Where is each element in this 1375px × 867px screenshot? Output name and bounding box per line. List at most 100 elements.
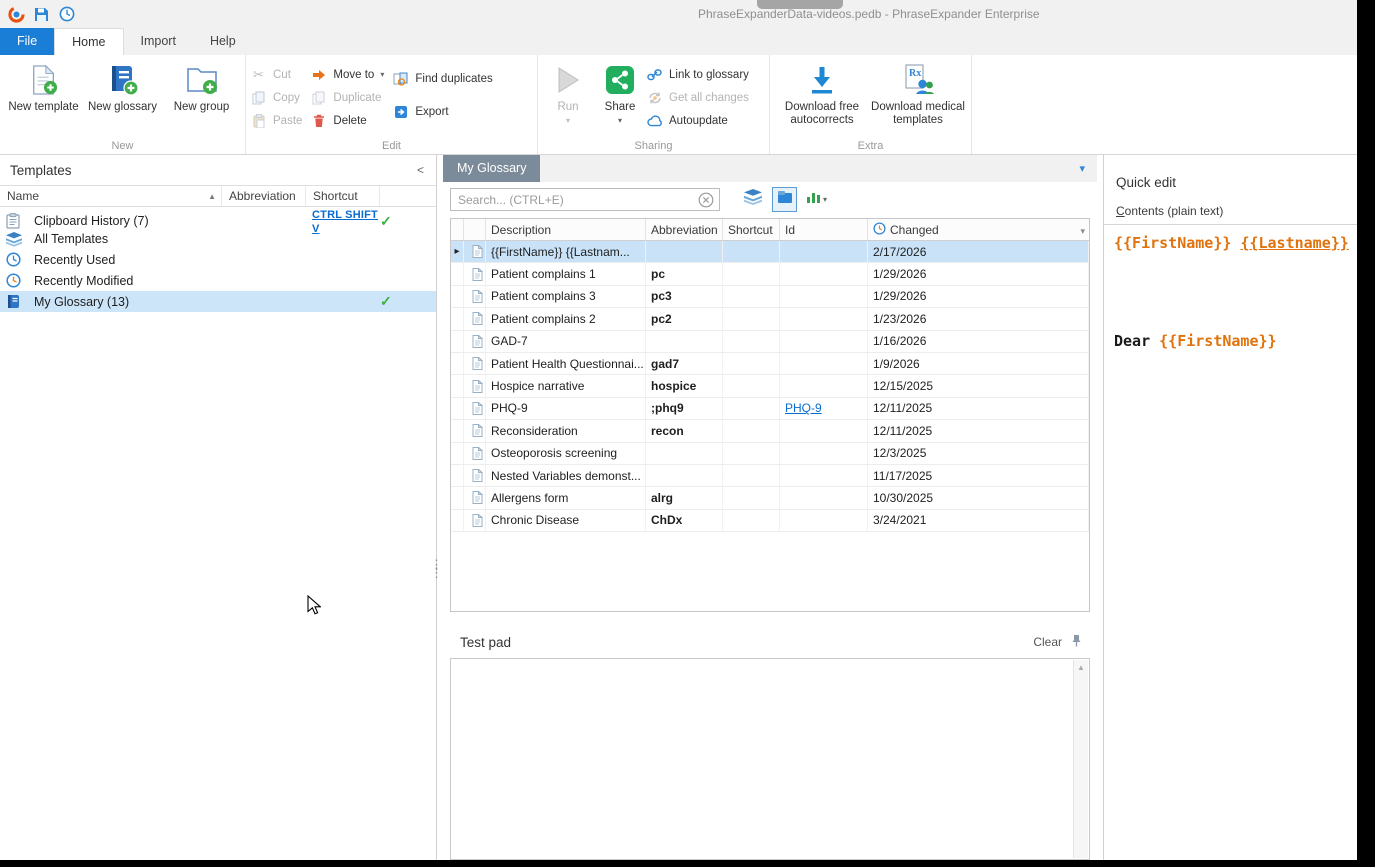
column-header-name[interactable]: Name ▲: [0, 186, 222, 206]
cell-description: Allergens form: [486, 487, 646, 509]
paste-label: Paste: [273, 114, 303, 127]
get-all-changes-button[interactable]: Get all changes: [646, 90, 749, 105]
tab-file[interactable]: File: [0, 28, 55, 55]
shortcut-link[interactable]: CTRL SHIFT V: [312, 209, 378, 235]
move-to-button[interactable]: Move to ▾: [310, 67, 384, 82]
templates-tree: Clipboard History (7) CTRL SHIFT V ✓ All…: [0, 207, 436, 312]
glossary-grid: Description Abbreviation Shortcut Id Cha…: [450, 218, 1090, 612]
quick-edit-content[interactable]: {{FirstName}} {{Lastname}} Dear {{FirstN…: [1104, 225, 1357, 352]
document-tabstrip: My Glossary ▾: [443, 155, 1097, 182]
templates-panel-title: Templates: [10, 162, 72, 178]
cell-changed: 10/30/2025: [868, 487, 1089, 509]
tree-item-my-glossary[interactable]: My Glossary (13) ✓: [0, 291, 436, 312]
search-box: [450, 188, 720, 211]
column-filter-dropdown-icon[interactable]: ▾: [1080, 226, 1085, 237]
table-row[interactable]: Reconsideration recon 12/11/2025: [451, 420, 1089, 443]
tree-item-recently-used[interactable]: Recently Used: [0, 249, 436, 270]
cell-abbreviation: recon: [646, 420, 723, 442]
delete-button[interactable]: Delete: [310, 113, 384, 128]
autoupdate-label: Autoupdate: [669, 114, 728, 127]
test-pad-scrollbar[interactable]: ▲: [1073, 660, 1088, 858]
tab-list-dropdown-icon[interactable]: ▾: [1079, 162, 1085, 175]
column-header-abbreviation[interactable]: Abbreviation: [222, 186, 306, 206]
column-header-description[interactable]: Description: [486, 219, 646, 240]
row-indicator: [451, 330, 464, 352]
collapse-panel-button[interactable]: <: [417, 163, 424, 177]
save-icon[interactable]: [29, 2, 54, 26]
table-row[interactable]: Patient complains 1 pc 1/29/2026: [451, 263, 1089, 286]
clear-search-icon[interactable]: [696, 190, 716, 210]
template-doc-icon: [464, 308, 486, 330]
autoupdate-button[interactable]: Autoupdate: [646, 113, 749, 128]
template-doc-icon: [464, 397, 486, 420]
table-row[interactable]: PHQ-9 ;phq9 PHQ-9 12/11/2025: [451, 397, 1089, 421]
search-input[interactable]: [458, 192, 696, 207]
table-row[interactable]: Hospice narrative hospice 12/15/2025: [451, 375, 1089, 398]
main-content: Templates < Name ▲ Abbreviation Shortcut: [0, 155, 1357, 860]
tab-help[interactable]: Help: [193, 28, 253, 55]
table-row[interactable]: GAD-7 1/16/2026: [451, 330, 1089, 353]
glossary-stack-icon: [743, 189, 762, 210]
download-autocorrects-label-1: Download free: [784, 101, 860, 113]
templates-column-headers: Name ▲ Abbreviation Shortcut: [0, 185, 436, 207]
template-doc-icon: [464, 509, 486, 532]
table-row[interactable]: ▸ {{FirstName}} {{Lastnam... 2/17/2026: [451, 241, 1089, 264]
check-icon: ✓: [380, 293, 392, 309]
view-all-glossaries-button[interactable]: [740, 187, 765, 212]
column-header-shortcut[interactable]: Shortcut: [306, 186, 380, 206]
cell-abbreviation: pc3: [646, 285, 723, 308]
cell-changed: 12/3/2025: [868, 442, 1089, 464]
cell-abbreviation: alrg: [646, 487, 723, 509]
glossary-card-icon: [777, 190, 793, 209]
table-row[interactable]: Osteoporosis screening 12/3/2025: [451, 442, 1089, 465]
id-link[interactable]: PHQ-9: [785, 401, 822, 415]
tab-home[interactable]: Home: [54, 28, 124, 55]
tree-item-clipboard-history[interactable]: Clipboard History (7) CTRL SHIFT V ✓: [0, 207, 436, 235]
tab-my-glossary[interactable]: My Glossary: [443, 155, 541, 182]
column-header-shortcut[interactable]: Shortcut: [723, 219, 780, 240]
cell-id: [780, 420, 868, 442]
table-row[interactable]: Chronic Disease ChDx 3/24/2021: [451, 509, 1089, 533]
table-row[interactable]: Patient complains 3 pc3 1/29/2026: [451, 285, 1089, 309]
history-icon[interactable]: [54, 2, 79, 26]
view-current-glossary-button[interactable]: [772, 187, 797, 212]
find-duplicates-label: Find duplicates: [415, 72, 493, 85]
cut-button[interactable]: ✂ Cut: [250, 67, 302, 82]
clock-modified-icon: [6, 273, 34, 288]
duplicate-button[interactable]: Duplicate: [310, 90, 384, 105]
table-row[interactable]: Patient Health Questionnai... gad7 1/9/202…: [451, 352, 1089, 376]
table-row[interactable]: Patient complains 2 pc2 1/23/2026: [451, 308, 1089, 331]
tab-import[interactable]: Import: [124, 28, 193, 55]
column-header-abbreviation[interactable]: Abbreviation: [646, 219, 723, 240]
titlebar: PhraseExpanderData-videos.pedb - PhraseE…: [0, 0, 1357, 28]
column-header-changed[interactable]: Changed: [868, 219, 1089, 240]
pin-icon[interactable]: [1071, 634, 1082, 650]
get-all-changes-label: Get all changes: [669, 91, 749, 104]
find-duplicates-button[interactable]: Find duplicates: [392, 71, 493, 86]
panel-splitter-handle[interactable]: ⋮ ⋮: [430, 558, 443, 579]
link-to-glossary-button[interactable]: Link to glossary: [646, 67, 749, 82]
tree-item-recently-modified[interactable]: Recently Modified: [0, 270, 436, 291]
app-logo-icon[interactable]: [4, 2, 29, 26]
clear-button[interactable]: Clear: [1033, 635, 1062, 649]
editor-line: Dear {{FirstName}}: [1114, 331, 1277, 350]
cell-description: PHQ-9: [486, 397, 646, 420]
scroll-up-icon[interactable]: ▲: [1077, 663, 1085, 858]
cell-changed: 1/9/2026: [868, 352, 1089, 375]
cell-changed: 2/17/2026: [868, 241, 1089, 263]
paste-button[interactable]: Paste: [250, 113, 302, 128]
copy-button[interactable]: Copy: [250, 90, 302, 105]
template-doc-icon: [464, 352, 486, 375]
table-row[interactable]: Nested Variables demonst... 11/17/2025: [451, 464, 1089, 488]
statistics-button[interactable]: ▾: [804, 187, 829, 212]
table-row[interactable]: Allergens form alrg 10/30/2025: [451, 487, 1089, 510]
export-button[interactable]: Export: [392, 104, 492, 119]
template-doc-icon: [464, 375, 486, 397]
cell-changed: 12/11/2025: [868, 397, 1089, 420]
test-pad-header: Test pad Clear: [450, 627, 1090, 657]
delete-label: Delete: [333, 114, 367, 127]
column-header-id[interactable]: Id: [780, 219, 868, 240]
run-dropdown-icon: ▾: [565, 116, 570, 125]
templates-panel: Templates < Name ▲ Abbreviation Shortcut: [0, 155, 437, 860]
test-pad-input-area[interactable]: ▲: [450, 658, 1090, 860]
